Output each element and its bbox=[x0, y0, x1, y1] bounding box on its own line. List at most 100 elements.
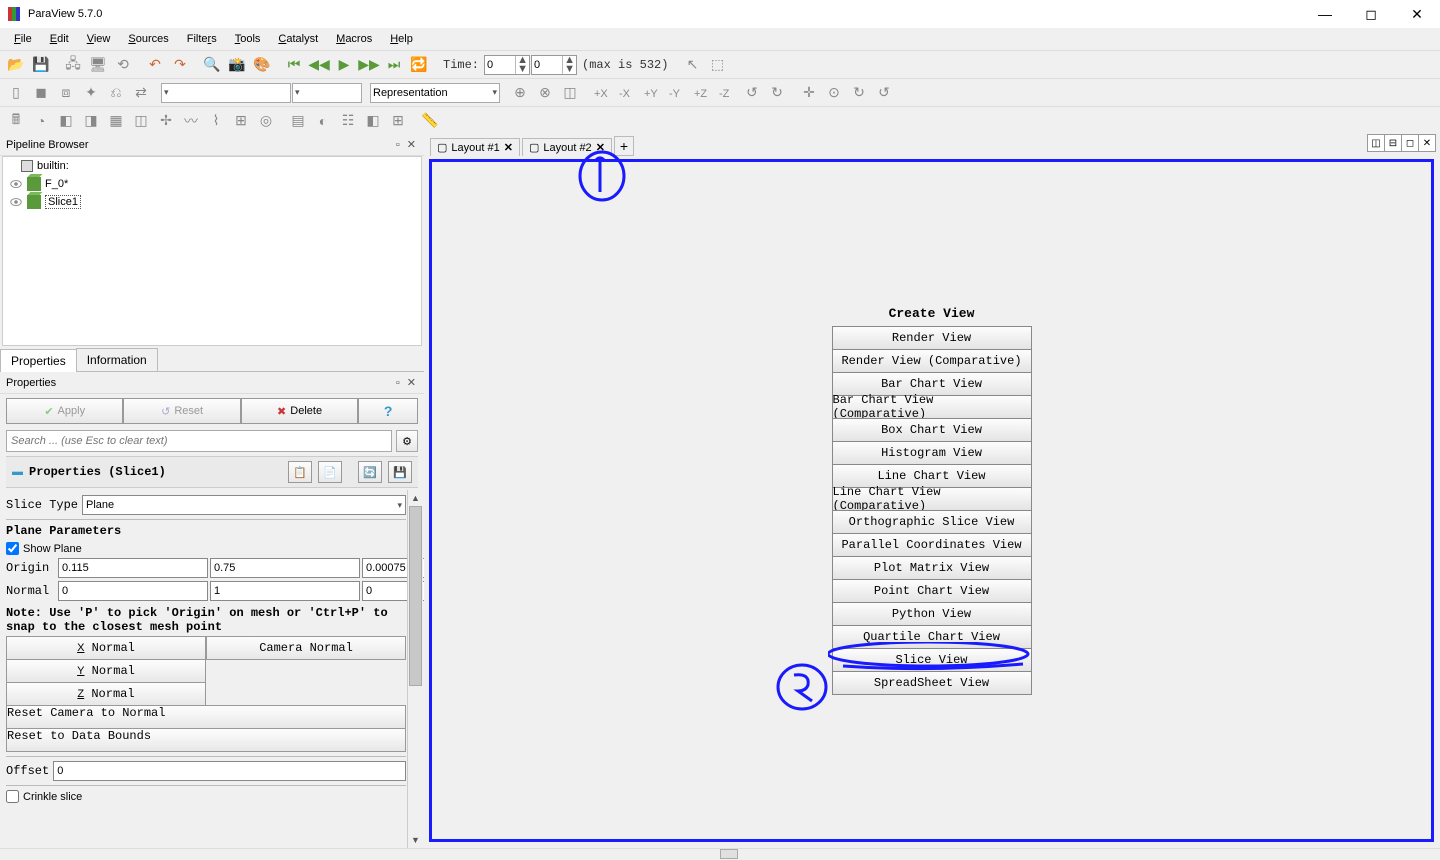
menu-sources[interactable]: Sources bbox=[120, 31, 176, 47]
pipeline-item-builtin[interactable]: builtin: bbox=[3, 157, 421, 175]
component-combo[interactable] bbox=[292, 83, 362, 103]
rescale-icon[interactable]: ◐ bbox=[311, 109, 335, 133]
screenshot-icon[interactable]: 📸 bbox=[225, 53, 249, 77]
reset-button[interactable]: ↺Reset bbox=[123, 398, 240, 424]
menu-catalyst[interactable]: Catalyst bbox=[270, 31, 326, 47]
normal-x-input[interactable] bbox=[58, 581, 208, 601]
copy-icon[interactable]: 📋 bbox=[288, 461, 312, 483]
vcr-first-icon[interactable]: ⏮ bbox=[282, 53, 306, 77]
help-button[interactable]: ? bbox=[358, 398, 418, 424]
rotate-a-icon[interactable]: ↻ bbox=[847, 81, 871, 105]
warp-icon[interactable]: ⌇ bbox=[204, 109, 228, 133]
offset-input[interactable] bbox=[53, 761, 406, 781]
properties-section-header[interactable]: ▬ Properties (Slice1) 📋 📄 🔄 💾 bbox=[6, 456, 418, 488]
view-btn-slice[interactable]: Slice View bbox=[832, 648, 1032, 672]
extract-icon[interactable]: ◫ bbox=[129, 109, 153, 133]
splitter-grip[interactable] bbox=[720, 849, 738, 859]
wireframe-icon[interactable]: ⧈ bbox=[54, 81, 78, 105]
plus-x-icon[interactable]: +X bbox=[590, 81, 614, 105]
rot-cw-icon[interactable]: ↻ bbox=[765, 81, 789, 105]
properties-scroll[interactable]: Slice Type Plane Plane Parameters Show P… bbox=[0, 490, 424, 848]
view-btn-parallel[interactable]: Parallel Coordinates View bbox=[832, 533, 1032, 557]
minus-z-icon[interactable]: -Z bbox=[715, 81, 739, 105]
find-data-icon[interactable]: 🔍 bbox=[200, 53, 224, 77]
menu-filters[interactable]: Filters bbox=[179, 31, 225, 47]
search-input[interactable] bbox=[6, 430, 392, 452]
tool-b-icon[interactable]: ⇄ bbox=[129, 81, 153, 105]
show-plane-checkbox[interactable]: Show Plane bbox=[6, 542, 406, 555]
vcr-last-icon[interactable]: ⏭ bbox=[382, 53, 406, 77]
minimize-button[interactable]: ― bbox=[1302, 0, 1348, 28]
open-icon[interactable]: 📂 bbox=[4, 53, 28, 77]
calculator-icon[interactable]: 🖩 bbox=[4, 109, 28, 133]
view-btn-render-comp[interactable]: Render View (Comparative) bbox=[832, 349, 1032, 373]
contour-icon[interactable]: ◔ bbox=[29, 109, 53, 133]
pipeline-browser[interactable]: builtin: F_0* Slice1 bbox=[2, 156, 422, 346]
reset-center-icon[interactable]: ⊙ bbox=[822, 81, 846, 105]
layout-tab-2[interactable]: ▢ Layout #2 ✕ bbox=[522, 138, 612, 156]
viewport[interactable]: Create View Render View Render View (Com… bbox=[429, 159, 1434, 842]
redo-icon[interactable]: ↷ bbox=[168, 53, 192, 77]
properties-scrollbar[interactable]: ▲ ▼ bbox=[407, 490, 423, 848]
palette-icon[interactable]: 🎨 bbox=[250, 53, 274, 77]
menu-tools[interactable]: Tools bbox=[227, 31, 269, 47]
reload-icon[interactable]: ⟲ bbox=[111, 53, 135, 77]
representation-combo[interactable]: Representation bbox=[370, 83, 500, 103]
view-btn-line-comp[interactable]: Line Chart View (Comparative) bbox=[832, 487, 1032, 511]
add-layout-button[interactable]: + bbox=[614, 136, 634, 156]
slice-icon[interactable]: ◨ bbox=[79, 109, 103, 133]
rotate-b-icon[interactable]: ↺ bbox=[872, 81, 896, 105]
plus-z-icon[interactable]: +Z bbox=[690, 81, 714, 105]
view-btn-box[interactable]: Box Chart View bbox=[832, 418, 1032, 442]
split-v-icon[interactable]: ⊟ bbox=[1384, 134, 1402, 152]
time-value-spinner[interactable]: ▲▼ bbox=[484, 55, 530, 75]
save-props-icon[interactable]: 💾 bbox=[388, 461, 412, 483]
menu-macros[interactable]: Macros bbox=[328, 31, 380, 47]
zoom-to-data-icon[interactable]: ⊗ bbox=[533, 81, 557, 105]
split-h-icon[interactable]: ◫ bbox=[1367, 134, 1385, 152]
scalar-icon[interactable]: ◧ bbox=[361, 109, 385, 133]
color-map-icon[interactable]: ▤ bbox=[286, 109, 310, 133]
minus-y-icon[interactable]: -Y bbox=[665, 81, 689, 105]
pipeline-item-slice[interactable]: Slice1 bbox=[3, 193, 421, 211]
layout1-close-icon[interactable]: ✕ bbox=[504, 141, 513, 154]
view-btn-python[interactable]: Python View bbox=[832, 602, 1032, 626]
view-btn-spreadsheet[interactable]: SpreadSheet View bbox=[832, 671, 1032, 695]
delete-button[interactable]: ✖Delete bbox=[241, 398, 358, 424]
view-btn-bar-comp[interactable]: Bar Chart View (Comparative) bbox=[832, 395, 1032, 419]
reset-camera-normal-button[interactable]: Reset Camera to Normal bbox=[6, 705, 406, 729]
rot-ccw-icon[interactable]: ↺ bbox=[740, 81, 764, 105]
minus-x-icon[interactable]: -X bbox=[615, 81, 639, 105]
menu-edit[interactable]: Edit bbox=[42, 31, 77, 47]
pick-center-icon[interactable]: ✛ bbox=[797, 81, 821, 105]
view-btn-plotmatrix[interactable]: Plot Matrix View bbox=[832, 556, 1032, 580]
menu-view[interactable]: View bbox=[79, 31, 119, 47]
z-normal-button[interactable]: Z Normal bbox=[6, 682, 206, 706]
plus-y-icon[interactable]: +Y bbox=[640, 81, 664, 105]
stream-icon[interactable]: 〰 bbox=[179, 109, 203, 133]
ruler-icon[interactable]: 📏 bbox=[418, 109, 442, 133]
vcr-play-icon[interactable]: ▶ bbox=[332, 53, 356, 77]
origin-y-input[interactable] bbox=[210, 558, 360, 578]
normal-y-input[interactable] bbox=[210, 581, 360, 601]
tab-properties[interactable]: Properties bbox=[0, 349, 77, 372]
pipeline-close-icon[interactable]: ✕ bbox=[407, 139, 418, 151]
select-cells-icon[interactable]: ⬚ bbox=[705, 53, 729, 77]
disconnect-icon[interactable]: 🖥 bbox=[86, 53, 110, 77]
menu-help[interactable]: Help bbox=[382, 31, 421, 47]
select-points-icon[interactable]: ↖ bbox=[680, 53, 704, 77]
tool-a-icon[interactable]: ⎌ bbox=[104, 81, 128, 105]
undo-icon[interactable]: ↶ bbox=[143, 53, 167, 77]
clip-icon[interactable]: ◧ bbox=[54, 109, 78, 133]
view-btn-histogram[interactable]: Histogram View bbox=[832, 441, 1032, 465]
view-btn-ortho[interactable]: Orthographic Slice View bbox=[832, 510, 1032, 534]
mesh-icon[interactable]: ⊞ bbox=[386, 109, 410, 133]
threshold-icon[interactable]: ▦ bbox=[104, 109, 128, 133]
close-button[interactable]: ✕ bbox=[1394, 0, 1440, 28]
y-normal-button[interactable]: Y Normal bbox=[6, 659, 206, 683]
glyph2-icon[interactable]: ✢ bbox=[154, 109, 178, 133]
maximize-view-icon[interactable]: ◻ bbox=[1401, 134, 1419, 152]
time-index-spinner[interactable]: ▲▼ bbox=[531, 55, 577, 75]
origin-x-input[interactable] bbox=[58, 558, 208, 578]
apply-button[interactable]: ✔Apply bbox=[6, 398, 123, 424]
